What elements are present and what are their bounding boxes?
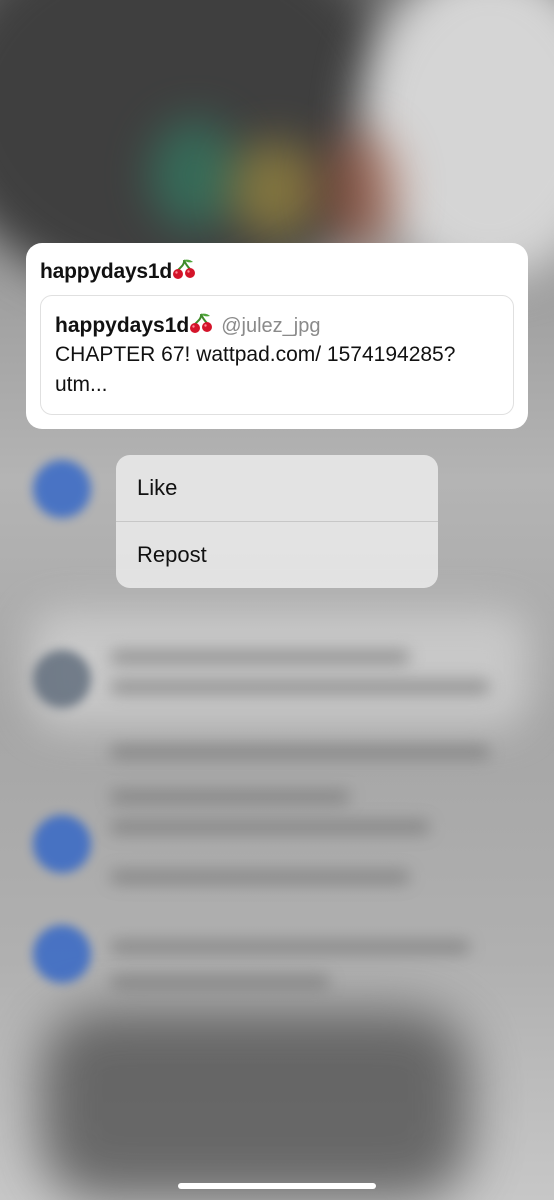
quoted-author-handle: @julez_jpg [221,315,321,337]
background-row [110,790,350,804]
post-preview-card[interactable]: happydays1d happydays1d @julez_jpg CHAPT… [26,243,528,429]
quoted-post-text: CHAPTER 67! wattpad.com/ 1574194285?utm.… [55,343,456,396]
quoted-author-name: happydays1d [55,314,190,337]
like-menu-item[interactable]: Like [116,455,438,521]
background-avatar [33,650,91,708]
background-avatar [33,460,91,518]
background-shape [230,140,320,240]
post-author-name: happydays1d [40,260,173,283]
background-row [110,650,410,664]
background-row [110,745,490,759]
repost-menu-item[interactable]: Repost [116,522,438,588]
blurred-background [0,0,554,1200]
background-row [110,975,330,989]
background-row [110,940,470,954]
post-author: happydays1d [40,258,196,284]
cherry-icon [190,313,213,333]
background-shape [320,130,400,250]
background-row [110,820,430,834]
quoted-post-header: happydays1d @julez_jpg [55,312,320,338]
quoted-post[interactable]: happydays1d @julez_jpg CHAPTER 67! wattp… [40,295,514,415]
background-avatar [33,815,91,873]
background-avatar [33,925,91,983]
background-row [110,680,490,694]
background-row [110,870,410,884]
background-shape [30,610,530,730]
cherry-icon [173,259,196,279]
home-indicator[interactable] [178,1183,376,1189]
context-menu: Like Repost [116,455,438,588]
background-shape [360,0,554,280]
background-shape [150,120,240,230]
background-shape [40,1010,470,1200]
